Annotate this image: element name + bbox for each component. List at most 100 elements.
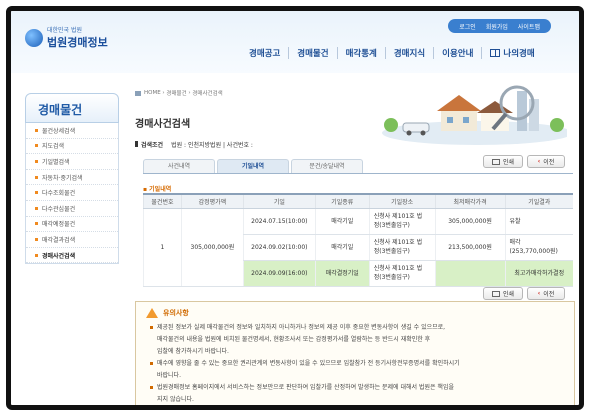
nav-auction-items[interactable]: 경매물건 (288, 47, 336, 59)
column-header: 감정평가액 (180, 193, 244, 209)
result-cell: 매각 (253,770,000원) (504, 234, 573, 261)
result-line: 유찰 (509, 217, 521, 225)
table-row: 1 305,000,000원 2024.07.15(10:00) 매각기일 신청… (143, 208, 573, 287)
place-line: 정(3번출입구) (373, 248, 410, 255)
sidebar-item-scheduled-sale[interactable]: 매각예정물건 (26, 217, 118, 233)
sidebar-item-sale-results[interactable]: 매각결과검색 (26, 232, 118, 248)
notice-line-text: 매수에 영향을 줄 수 있는 중요한 권리관계의 변동사항이 있을 수 있으므로… (157, 360, 460, 367)
table-header-row: 물건번호 감정평가액 기일 기일종류 기일장소 최저매각가격 기일결과 (143, 193, 573, 209)
notice-line: 바랍니다. (150, 370, 560, 382)
result-line: 최고가매각허가결정 (514, 269, 565, 277)
result-line: 매각 (509, 239, 521, 246)
notice-line: 제공된 정보가 실제 매각물건의 정보와 일치하지 아니하거나 정보의 제공 이… (150, 322, 560, 334)
notice-line-text: 제공된 정보가 실제 매각물건의 정보와 일치하지 아니하거나 정보의 제공 이… (157, 324, 446, 331)
sidebar-item-label: 다수조회물건 (42, 190, 76, 198)
sidebar-item-detail-search[interactable]: 물건상세검색 (26, 123, 118, 139)
tab-bar: 사건내역 기일내역 문건/송달내역 (143, 159, 365, 173)
notice-title: 유의사항 (163, 309, 189, 317)
nav-sale-stats[interactable]: 매각통계 (336, 47, 385, 59)
print-button-label: 인쇄 (502, 159, 515, 166)
bullet-icon (35, 128, 38, 132)
bullet-icon (35, 175, 38, 179)
type-cell: 매각기일 (314, 234, 370, 261)
nav-my-auction-label: 나의경매 (503, 49, 535, 59)
tab-case-details[interactable]: 사건내역 (143, 159, 215, 173)
place-cell: 신청사 제101호 법정(3번출입구) (368, 260, 436, 287)
place-line: 신청사 제101호 법 (373, 265, 423, 272)
result-line: (253,770,000원) (509, 248, 558, 255)
prev-button-label: 이전 (543, 291, 555, 298)
tab-document-details[interactable]: 문건/송달내역 (291, 159, 363, 173)
column-header: 기일결과 (504, 193, 573, 209)
prev-button-bottom[interactable]: ‹ 이전 (527, 287, 565, 300)
sidebar-item-label: 매각결과검색 (42, 236, 76, 244)
breadcrumb-current: 경매사건검색 (192, 91, 223, 97)
tab-divider (143, 173, 573, 174)
place-line: 신청사 제101호 법 (373, 239, 423, 246)
column-header: 기일 (242, 193, 316, 209)
bullet-icon (150, 362, 153, 365)
sidebar-item-map-search[interactable]: 지도검색 (26, 139, 118, 155)
logo-subtitle: 대한민국 법원 (47, 27, 83, 34)
notice-line-text: 입찰에 참가하시기 바랍니다. (157, 348, 229, 355)
column-header: 물건번호 (143, 193, 182, 209)
site-logo[interactable]: 대한민국 법원 법원경매정보 (25, 25, 108, 50)
breadcrumb-home[interactable]: HOME (144, 90, 161, 96)
notice-line: 법원경매정보 홈페이지에서 서비스하는 정보만으로 판단하여 입찰가를 산정하여… (150, 382, 560, 394)
notice-box: 유의사항 제공된 정보가 실제 매각물건의 정보와 일치하지 아니하거나 정보의… (135, 301, 575, 405)
min-price-cell: 305,000,000원 (434, 208, 505, 235)
sidebar-item-label: 매각예정물건 (42, 221, 76, 229)
bullet-icon (35, 237, 38, 241)
notice-text: 제공된 정보가 실제 매각물건의 정보와 일치하지 아니하거나 정보의 제공 이… (150, 322, 560, 405)
place-cell: 신청사 제101호 법 정(3번출입구) (368, 208, 436, 235)
tab-date-details[interactable]: 기일내역 (217, 159, 289, 173)
date-cell: 2024.09.02(10:00) (242, 234, 316, 261)
sidebar-item-most-viewed[interactable]: 다수조회물건 (26, 185, 118, 201)
notice-line: 매수에 영향을 줄 수 있는 중요한 권리관계의 변동사항이 있을 수 있으므로… (150, 358, 560, 370)
sidebar-item-most-interest[interactable]: 다수관심물건 (26, 201, 118, 217)
warning-icon (146, 308, 158, 318)
sidebar-item-vehicle-search[interactable]: 자동차·중기검색 (26, 170, 118, 186)
sidebar-item-label: 경매사건검색 (42, 252, 76, 260)
sidebar-item-date-search[interactable]: 기일별검색 (26, 154, 118, 170)
sidebar-item-label: 지도검색 (42, 143, 65, 151)
breadcrumb-auction-items[interactable]: 경매물건 (166, 89, 186, 97)
search-condition-value: 법원 : 인천지방법원 | 사건번호 : (171, 141, 253, 149)
place-line: 정(3번출입구) (373, 274, 410, 281)
site-header: 대한민국 법원 법원경매정보 로그인 회원가입 사이트맵 경매공고 경매물건 매… (11, 11, 579, 73)
bullet-icon (35, 191, 38, 195)
bullet-icon (35, 144, 38, 148)
min-price-cell: 213,500,000원 (434, 234, 505, 261)
bullet-icon (150, 326, 153, 329)
print-button-top[interactable]: 인쇄 (483, 155, 523, 168)
nav-auction-notice[interactable]: 경매공고 (241, 47, 288, 59)
signup-link[interactable]: 회원가입 (486, 22, 508, 31)
section-label-text: 기일내역 (149, 186, 172, 193)
column-header: 최저매각가격 (434, 193, 505, 209)
back-arrow-icon: ‹ (537, 158, 541, 165)
sidebar-item-label: 기일별검색 (42, 158, 70, 166)
place-line: 신청사 제101호 법 (373, 213, 423, 220)
date-details-table: 물건번호 감정평가액 기일 기일종류 기일장소 최저매각가격 기일결과 1 30… (143, 193, 573, 287)
sidebar-item-label: 다수관심물건 (42, 205, 76, 213)
sidebar-item-label: 자동차·중기검색 (42, 174, 83, 182)
column-header: 기일종류 (314, 193, 370, 209)
place-cell: 신청사 제101호 법정(3번출입구) (368, 234, 436, 261)
nav-my-auction[interactable]: 나의경매 (481, 47, 542, 59)
sidebar-menu: 물건상세검색 지도검색 기일별검색 자동차·중기검색 다수조회물건 다수관심물건… (25, 123, 119, 265)
result-cell: 최고가매각허가결정 (504, 260, 573, 287)
sidebar-item-case-search[interactable]: 경매사건검색 (26, 248, 118, 264)
sidebar-title: 경매물건 (25, 93, 119, 123)
item-number-cell: 1 (143, 208, 182, 287)
notice-line: 입찰에 참가하시기 바랍니다. (150, 346, 560, 358)
sitemap-link[interactable]: 사이트맵 (518, 22, 540, 31)
nav-auction-knowledge[interactable]: 경매지식 (384, 47, 433, 59)
login-link[interactable]: 로그인 (459, 22, 476, 31)
notice-line-text: 법원경매정보 홈페이지에서 서비스하는 정보만으로 판단하여 입찰가를 산정하여… (157, 384, 454, 391)
top-utility-bar: 로그인 회원가입 사이트맵 (448, 19, 551, 33)
print-button-bottom[interactable]: 인쇄 (483, 287, 523, 300)
prev-button-top[interactable]: ‹ 이전 (527, 155, 565, 168)
nav-user-guide[interactable]: 이용안내 (433, 47, 481, 59)
browser-frame: 대한민국 법원 법원경매정보 로그인 회원가입 사이트맵 경매공고 경매물건 매… (6, 6, 584, 410)
bullet-icon (35, 253, 38, 257)
